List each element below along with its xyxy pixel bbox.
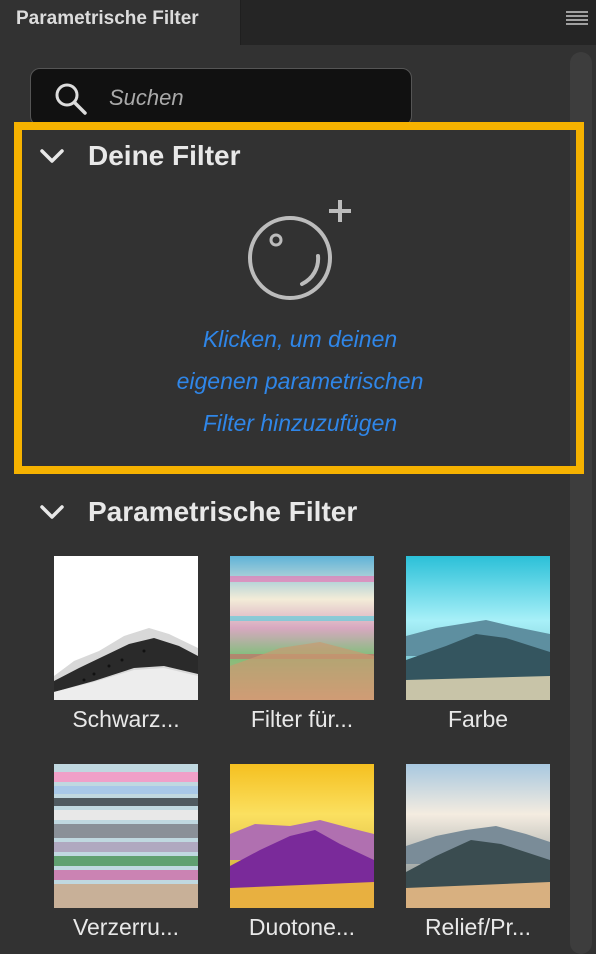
hamburger-menu-icon[interactable]: [566, 10, 588, 26]
add-filter-text-line-2[interactable]: eigenen parametrischen: [100, 368, 500, 395]
filter-thumbnail-photo-filter[interactable]: [230, 556, 374, 700]
filter-thumbnail-black-white[interactable]: [54, 556, 198, 700]
filter-label: Verzerru...: [72, 914, 180, 940]
filter-label: Duotone...: [248, 914, 356, 940]
search-box[interactable]: [30, 68, 412, 126]
search-input[interactable]: [107, 83, 401, 113]
panel-tab-bar: Parametrische Filter: [0, 0, 596, 45]
filter-thumbnail-relief[interactable]: [406, 764, 550, 908]
add-filter-icon[interactable]: [248, 196, 358, 302]
section-header-parametric-filters[interactable]: Parametrische Filter: [38, 492, 357, 532]
filter-label: Relief/Pr...: [424, 914, 532, 940]
filter-label: Filter für...: [250, 706, 354, 732]
filter-thumbnail-duotone[interactable]: [230, 764, 374, 908]
tab-label: Parametrische Filter: [16, 8, 199, 29]
filter-thumbnail-distortion[interactable]: [54, 764, 198, 908]
filter-thumbnail-color[interactable]: [406, 556, 550, 700]
chevron-down-icon[interactable]: [38, 146, 66, 166]
chevron-down-icon[interactable]: [38, 502, 66, 522]
section-header-your-filters[interactable]: Deine Filter: [38, 136, 240, 176]
filter-label: Schwarz...: [72, 706, 180, 732]
section-title: Parametrische Filter: [88, 496, 358, 527]
filter-label: Farbe: [447, 706, 509, 732]
section-title: Deine Filter: [88, 140, 241, 171]
add-filter-text-line-3[interactable]: Filter hinzuzufügen: [100, 410, 500, 437]
add-filter-text-line-1[interactable]: Klicken, um deinen: [100, 326, 500, 353]
tab-parametric-filters[interactable]: Parametrische Filter: [0, 0, 241, 45]
search-icon: [55, 83, 87, 115]
